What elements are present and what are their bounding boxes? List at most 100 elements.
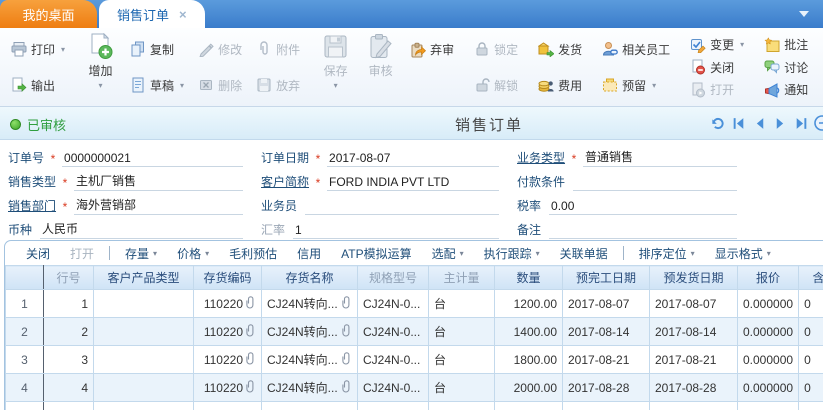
expense-button[interactable]: 费用	[534, 75, 586, 96]
last-record-icon[interactable]	[792, 114, 810, 132]
grid-cell[interactable]: 2017-08-28	[563, 374, 650, 402]
paperclip-icon[interactable]	[246, 296, 256, 312]
atp-simulation-button[interactable]: ATP模拟运算	[332, 243, 420, 264]
related-docs-button[interactable]: 关联单据	[551, 243, 617, 264]
grid-cell[interactable]: 110220	[194, 318, 262, 346]
attach-button[interactable]: 附件	[252, 39, 304, 60]
grid-cell[interactable]: 3	[44, 346, 94, 374]
print-button[interactable]: 打印▾	[7, 39, 69, 60]
field-value[interactable]	[305, 200, 499, 215]
sort-locate-button[interactable]: 排序定位▾	[630, 243, 704, 264]
unaudit-button[interactable]: 弃审	[406, 39, 458, 60]
field-label-link[interactable]: 客户简称	[261, 173, 309, 191]
copy-button[interactable]: 复制	[126, 39, 188, 60]
grid-column-header[interactable]: 预完工日期	[563, 266, 650, 290]
credit-button[interactable]: 信用	[288, 243, 330, 264]
grid-cell[interactable]	[495, 402, 563, 410]
grid-corner-cell[interactable]	[6, 266, 44, 290]
paperclip-icon[interactable]	[246, 324, 256, 340]
grid-cell[interactable]: 2017-08-07	[563, 290, 650, 318]
grid-column-header[interactable]: 存货名称	[262, 266, 358, 290]
track-execution-button[interactable]: 执行跟踪▾	[475, 243, 549, 264]
lock-button[interactable]: 锁定	[470, 39, 522, 60]
display-format-button[interactable]: 显示格式▾	[706, 243, 780, 264]
grid-cell[interactable]	[94, 346, 194, 374]
field-value[interactable]: 人民币	[40, 220, 243, 239]
grid-cell[interactable]	[94, 290, 194, 318]
line-open-button[interactable]: 打开	[61, 243, 103, 264]
paperclip-icon[interactable]	[342, 380, 352, 396]
row-index-cell[interactable]: 1	[6, 290, 44, 318]
field-value[interactable]: 0.00	[549, 199, 737, 215]
grid-column-header[interactable]: 主计量	[429, 266, 495, 290]
paperclip-icon[interactable]	[246, 380, 256, 396]
reserve-button[interactable]: 预留▾	[598, 75, 674, 96]
grid-cell[interactable]	[429, 402, 495, 410]
tab-my-desktop[interactable]: 我的桌面	[0, 0, 97, 28]
grid-cell[interactable]: 0.000000	[738, 318, 799, 346]
field-value[interactable]: 主机厂销售	[74, 172, 243, 191]
field-label-link[interactable]: 销售部门	[8, 197, 56, 215]
first-record-icon[interactable]	[729, 114, 747, 132]
grid-cell[interactable]: 2017-08-14	[563, 318, 650, 346]
grid-cell[interactable]: CJ24N转向...	[262, 346, 358, 374]
grid-cell[interactable]: 台	[429, 374, 495, 402]
grid-cell[interactable]: 2000.00	[495, 374, 563, 402]
modify-button[interactable]: 修改	[194, 39, 246, 60]
field-label-link[interactable]: 业务类型	[517, 149, 565, 167]
grid-cell[interactable]: 0.000000	[738, 346, 799, 374]
grid-column-header[interactable]: 预发货日期	[650, 266, 738, 290]
grid-cell[interactable]	[94, 318, 194, 346]
grid-cell[interactable]: CJ24N-0...	[358, 318, 429, 346]
field-value[interactable]: 1	[293, 223, 499, 239]
field-value[interactable]: 0000000021	[62, 151, 243, 167]
locate-record-icon[interactable]	[813, 114, 823, 132]
grid-cell[interactable]: CJ24N-0...	[358, 290, 429, 318]
grid-cell[interactable]: 2017-08-14	[650, 318, 738, 346]
grid-column-header[interactable]: 客户产品类型	[94, 266, 194, 290]
grid-cell[interactable]: 110220	[194, 374, 262, 402]
grid-cell[interactable]: CJ24N转向...	[262, 374, 358, 402]
grid-cell[interactable]: 1400.00	[495, 318, 563, 346]
grid-column-header[interactable]: 规格型号	[358, 266, 429, 290]
grid-cell[interactable]: 1200.00	[495, 290, 563, 318]
change-button[interactable]: 变更▾	[686, 34, 748, 55]
grid-column-header[interactable]: 数量	[495, 266, 563, 290]
grid-cell[interactable]	[650, 402, 738, 410]
paperclip-icon[interactable]	[342, 324, 352, 340]
grid-cell[interactable]	[799, 402, 823, 410]
grid-cell[interactable]	[94, 402, 194, 410]
grid-cell[interactable]: CJ24N转向...	[262, 290, 358, 318]
discard-button[interactable]: 放弃	[252, 75, 304, 96]
add-button[interactable]: 增加▾	[81, 31, 120, 103]
grid-cell[interactable]: 0.000000	[738, 374, 799, 402]
field-value[interactable]: 海外营销部	[74, 196, 243, 215]
annotate-button[interactable]: 批注	[760, 34, 812, 55]
grid-cell[interactable]	[563, 402, 650, 410]
field-value[interactable]: FORD INDIA PVT LTD	[327, 175, 499, 191]
row-index-cell[interactable]: 2	[6, 318, 44, 346]
grid-cell[interactable]: 0	[799, 346, 823, 374]
grid-cell[interactable]: 2017-08-28	[650, 374, 738, 402]
grid-cell[interactable]: CJ24N-0...	[358, 346, 429, 374]
grid-column-header[interactable]: 行号	[44, 266, 94, 290]
grid-cell[interactable]: 0	[799, 290, 823, 318]
delete-button[interactable]: 删除	[194, 75, 246, 96]
grid-column-header[interactable]: 存货编码	[194, 266, 262, 290]
grid-cell[interactable]: 110220	[194, 346, 262, 374]
grid-cell[interactable]: 0.000000	[738, 290, 799, 318]
grid-column-header[interactable]: 含	[799, 266, 823, 290]
line-close-button[interactable]: 关闭	[17, 243, 59, 264]
grid-cell[interactable]: CJ24N-0...	[358, 374, 429, 402]
grid-cell[interactable]: 2017-08-21	[563, 346, 650, 374]
grid-cell[interactable]: 台	[429, 290, 495, 318]
grid-cell[interactable]: 110220	[194, 290, 262, 318]
grid-cell[interactable]	[358, 402, 429, 410]
close-order-button[interactable]: 关闭	[686, 57, 748, 78]
grid-cell[interactable]: 4	[44, 374, 94, 402]
grid-cell[interactable]: 台	[429, 346, 495, 374]
grid-cell[interactable]: 台	[429, 318, 495, 346]
next-record-icon[interactable]	[771, 114, 789, 132]
grid-cell[interactable]	[44, 402, 94, 410]
export-button[interactable]: 输出	[7, 75, 69, 96]
